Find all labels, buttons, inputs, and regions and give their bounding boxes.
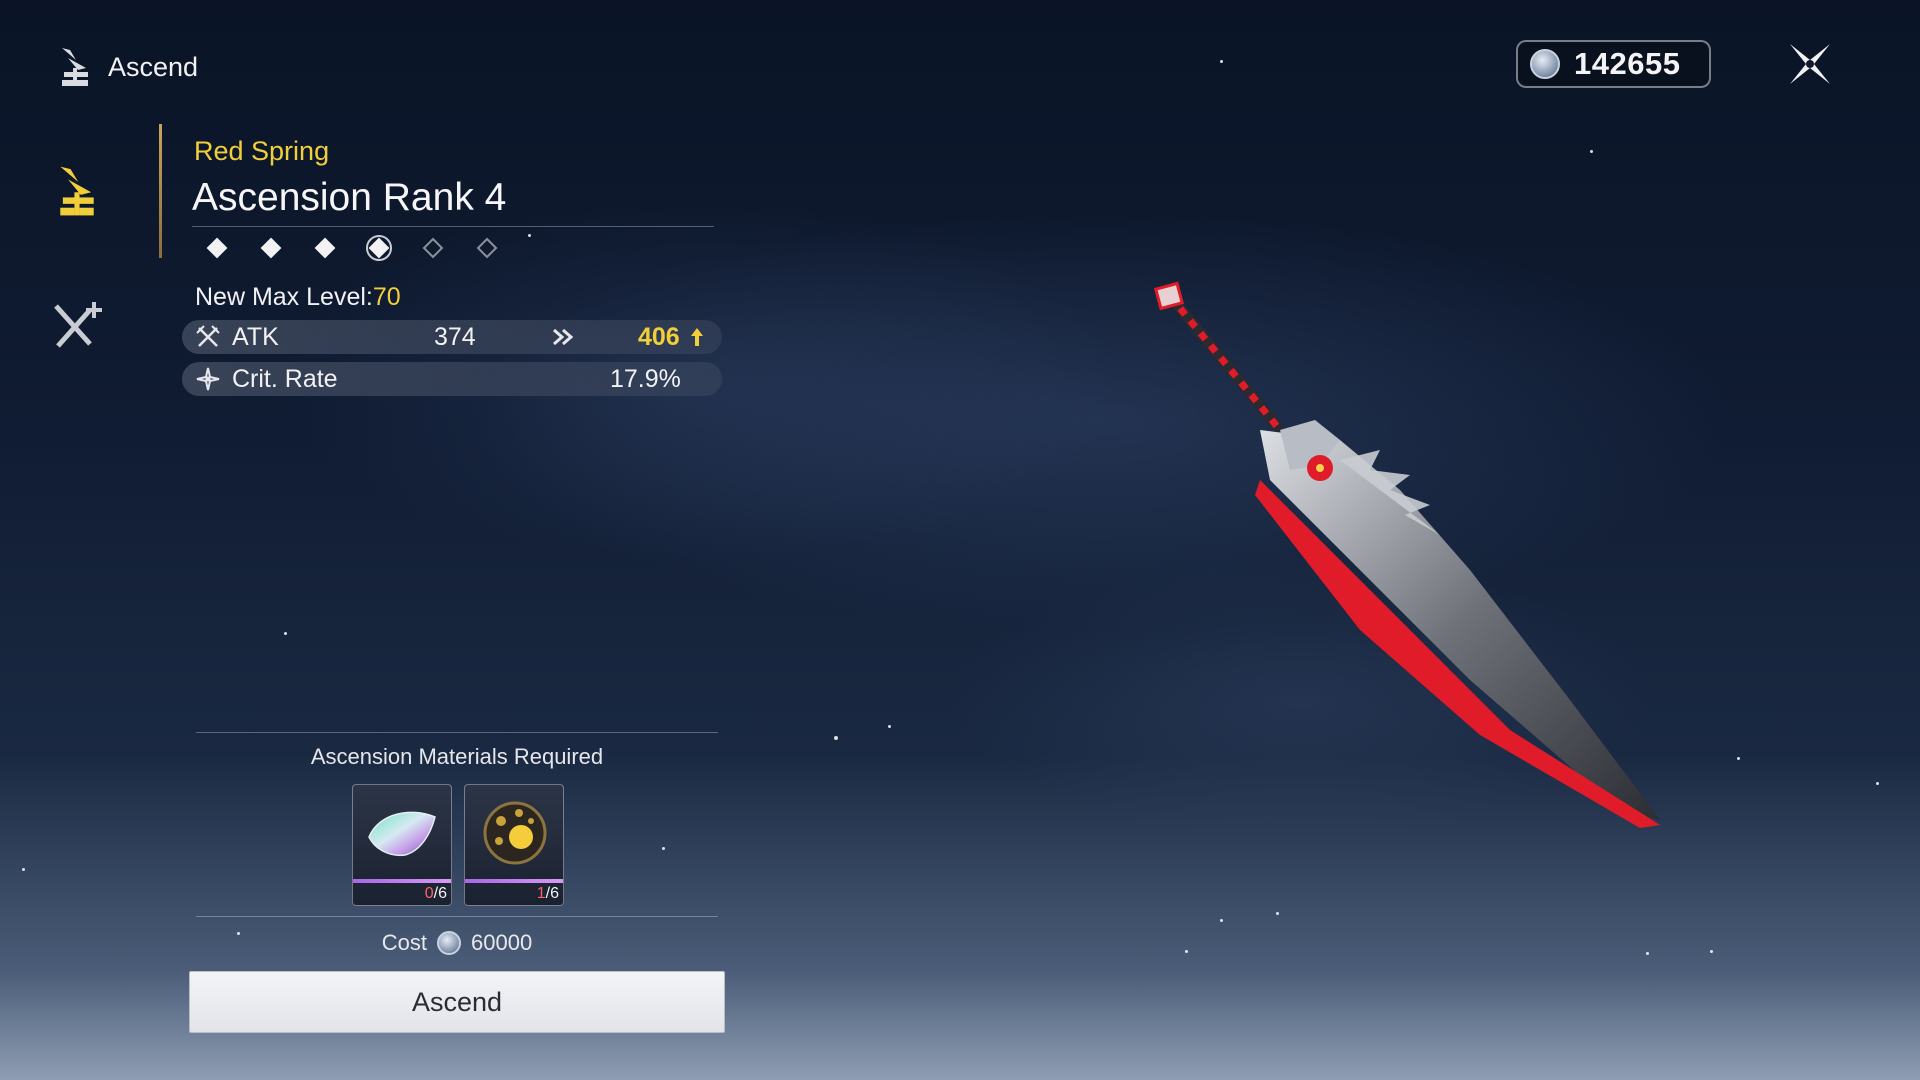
- screen-title: Ascend: [108, 51, 199, 82]
- rank-diamond-empty: [474, 235, 500, 261]
- sidebar-item-level-up[interactable]: [46, 296, 108, 358]
- material-count: 1/6: [536, 885, 559, 902]
- sidebar-active-indicator: [159, 124, 162, 258]
- arrow-up-icon: [691, 328, 703, 346]
- new-max-level: New Max Level:70: [195, 283, 401, 312]
- max-level-label: New Max Level:: [195, 283, 373, 311]
- weapon-name: Red Spring: [194, 136, 330, 166]
- materials-title: Ascension Materials Required: [310, 744, 604, 769]
- stat-name: ATK: [232, 322, 279, 351]
- close-button[interactable]: [1784, 38, 1836, 90]
- divider: [196, 916, 718, 917]
- ascend-cost: Cost 60000: [196, 930, 718, 956]
- rarity-bar: [465, 879, 563, 883]
- golden-orb-material-icon: [483, 801, 547, 865]
- swords-plus-icon: [54, 302, 102, 348]
- rank-diamond-empty: [420, 235, 446, 261]
- shell-credit-coin-icon: [437, 931, 462, 955]
- max-level-value: 70: [372, 283, 401, 311]
- divider: [196, 732, 718, 733]
- stat-row-atk: ATK 374 406: [182, 320, 722, 354]
- stat-new-value: 406: [638, 322, 680, 351]
- rank-diamond-filled: [366, 235, 392, 261]
- material-count: 0/6: [424, 885, 447, 902]
- iridescent-shell-material-icon: [368, 811, 436, 857]
- currency-amount: 142655: [1574, 46, 1681, 81]
- currency-display: 142655: [1516, 40, 1711, 88]
- stat-name: Crit. Rate: [232, 364, 338, 393]
- stat-current-value: 17.9%: [610, 364, 681, 393]
- cost-label: Cost: [381, 930, 428, 955]
- weapon-handle: [1153, 281, 1285, 434]
- rank-diamond-filled: [204, 235, 230, 261]
- close-icon: [1790, 44, 1830, 84]
- rank-diamond-filled: [258, 235, 284, 261]
- weapon-blade: [1255, 420, 1660, 828]
- stat-row-crit-rate: Crit. Rate 17.9%: [182, 362, 722, 396]
- ascend-button[interactable]: Ascend: [189, 971, 725, 1033]
- rarity-bar: [353, 879, 451, 883]
- weapon-artwork: [1153, 281, 1660, 828]
- screen-header: Ascend: [56, 46, 198, 88]
- crit-rate-icon: [196, 367, 220, 391]
- ascend-icon: [62, 48, 88, 86]
- cost-amount: 60000: [471, 930, 533, 955]
- shell-credit-coin-icon: [1530, 49, 1560, 79]
- ascend-icon: [60, 166, 94, 216]
- sidebar-item-ascend[interactable]: [46, 160, 108, 222]
- double-chevron-right-icon: [553, 328, 574, 346]
- rank-indicator: [204, 235, 500, 261]
- atk-icon: [196, 325, 220, 347]
- material-slot[interactable]: 1/6: [464, 784, 564, 906]
- rank-diamond-filled: [312, 235, 338, 261]
- ascension-rank-title: Ascension Rank 4: [192, 176, 507, 219]
- stat-current-value: 374: [434, 322, 476, 351]
- material-slot[interactable]: 0/6: [352, 784, 452, 906]
- divider: [192, 226, 714, 227]
